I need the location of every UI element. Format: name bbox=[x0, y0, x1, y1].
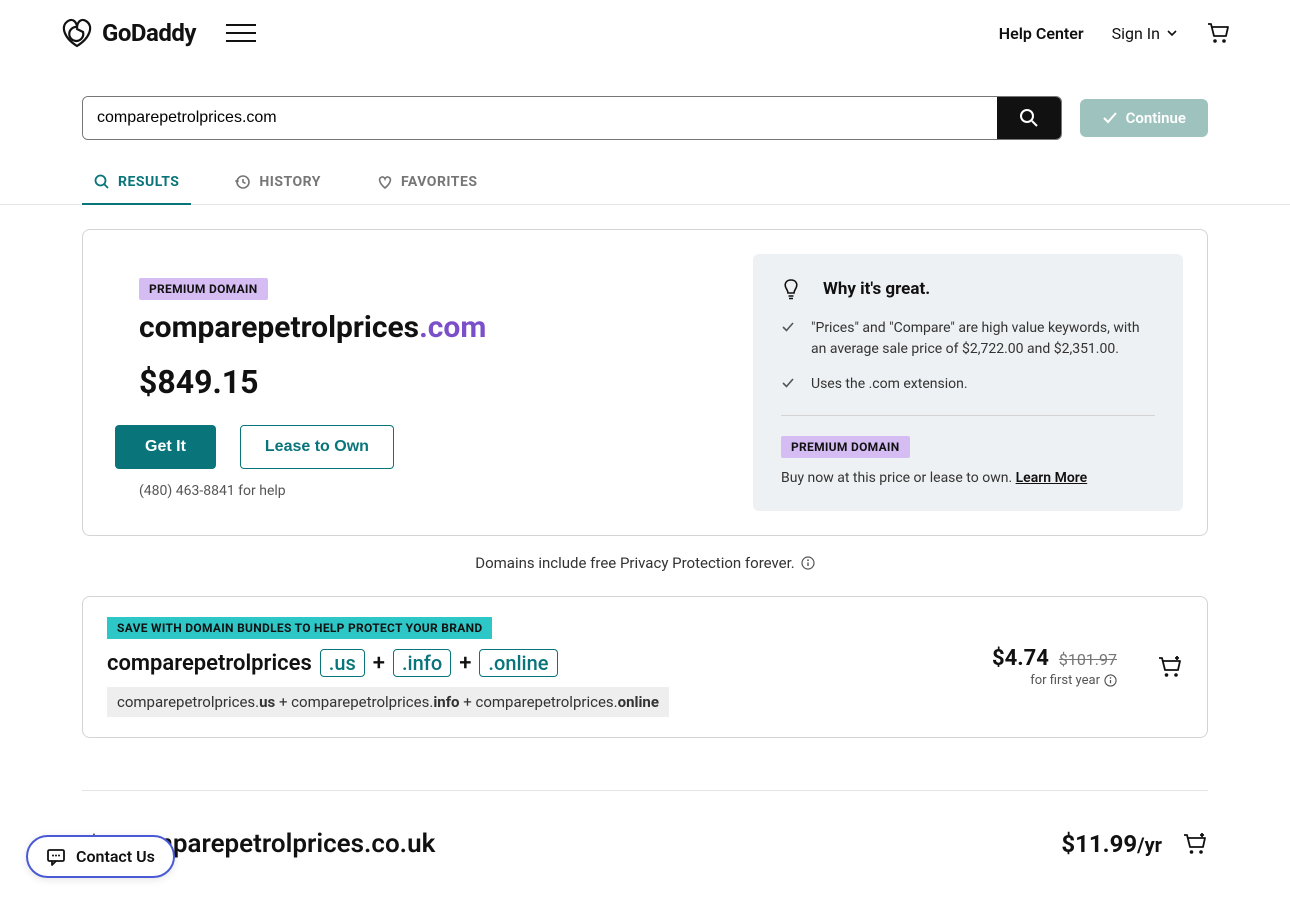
godaddy-logo[interactable]: GoDaddy bbox=[60, 18, 196, 48]
help-center-link[interactable]: Help Center bbox=[999, 24, 1084, 43]
lease-to-own-button[interactable]: Lease to Own bbox=[240, 425, 394, 469]
search-button[interactable] bbox=[997, 97, 1061, 139]
search-box bbox=[82, 96, 1062, 140]
search-row: Continue bbox=[0, 96, 1290, 140]
tld-chip-info: .info bbox=[393, 649, 451, 677]
check-icon bbox=[781, 320, 795, 334]
godaddy-wordmark: GoDaddy bbox=[102, 19, 196, 47]
phone-help-text: (480) 463-8841 for help bbox=[139, 483, 701, 499]
domain-search-input[interactable] bbox=[83, 97, 997, 139]
cart-icon bbox=[1206, 22, 1230, 44]
cart-button[interactable] bbox=[1206, 22, 1230, 44]
godaddy-heart-icon bbox=[60, 18, 94, 48]
continue-button[interactable]: Continue bbox=[1080, 99, 1208, 137]
bundle-subtitle: comparepetrolprices.us + comparepetrolpr… bbox=[107, 687, 669, 717]
tld-chip-us: .us bbox=[320, 649, 365, 677]
tld-chip-online: .online bbox=[479, 649, 557, 677]
why-footer: Buy now at this price or lease to own. L… bbox=[781, 470, 1155, 486]
chat-icon bbox=[46, 848, 66, 866]
bundle-card: SAVE WITH DOMAIN BUNDLES TO HELP PROTECT… bbox=[82, 596, 1208, 738]
bundle-domain-row: comparepetrolprices .us + .info + .onlin… bbox=[107, 649, 972, 677]
learn-more-link[interactable]: Learn More bbox=[1016, 470, 1088, 486]
search-icon bbox=[1019, 108, 1039, 128]
check-icon bbox=[1102, 110, 1118, 126]
why-reason-2: Uses the .com extension. bbox=[781, 374, 1155, 395]
tabs: RESULTS HISTORY FAVORITES bbox=[0, 152, 1290, 205]
premium-domain-card: PREMIUM DOMAIN comparepetrolprices.com $… bbox=[82, 229, 1208, 536]
heart-icon bbox=[377, 174, 393, 190]
check-icon bbox=[781, 376, 795, 390]
chevron-down-icon bbox=[1166, 27, 1178, 39]
tab-favorites[interactable]: FAVORITES bbox=[365, 164, 490, 204]
privacy-note: Domains include free Privacy Protection … bbox=[0, 554, 1290, 572]
bundle-price: $4.74 $101.97 for first year bbox=[992, 646, 1117, 688]
result-price: $11.99/yr bbox=[1061, 830, 1162, 858]
premium-badge: PREMIUM DOMAIN bbox=[781, 436, 910, 458]
sign-in-dropdown[interactable]: Sign In bbox=[1112, 24, 1178, 43]
tab-history[interactable]: HISTORY bbox=[223, 164, 333, 204]
history-icon bbox=[235, 174, 251, 190]
tab-results[interactable]: RESULTS bbox=[82, 164, 191, 204]
cart-add-icon bbox=[1182, 832, 1208, 856]
domain-price: $849.15 bbox=[139, 363, 701, 401]
header: GoDaddy Help Center Sign In bbox=[0, 0, 1290, 66]
sign-in-label: Sign In bbox=[1112, 24, 1160, 43]
info-icon[interactable] bbox=[801, 556, 815, 570]
why-reason-1: "Prices" and "Compare" are high value ke… bbox=[781, 318, 1155, 360]
add-to-cart-button[interactable] bbox=[1182, 832, 1208, 856]
contact-us-button[interactable]: Contact Us bbox=[26, 835, 175, 878]
info-icon[interactable] bbox=[1104, 674, 1117, 687]
menu-button[interactable] bbox=[226, 18, 256, 48]
cart-add-icon bbox=[1157, 655, 1183, 679]
get-it-button[interactable]: Get It bbox=[115, 425, 216, 469]
why-great-title: Why it's great. bbox=[823, 279, 930, 299]
search-icon bbox=[94, 174, 110, 190]
divider bbox=[781, 415, 1155, 416]
bundle-badge: SAVE WITH DOMAIN BUNDLES TO HELP PROTECT… bbox=[107, 617, 492, 639]
domain-result-row: comparepetrolprices.co.uk $11.99/yr bbox=[82, 811, 1208, 887]
add-to-cart-button[interactable] bbox=[1157, 655, 1183, 679]
why-great-panel: Why it's great. "Prices" and "Compare" a… bbox=[753, 254, 1183, 511]
domain-name: comparepetrolprices.com bbox=[139, 310, 701, 345]
lightbulb-icon bbox=[781, 278, 801, 300]
premium-badge: PREMIUM DOMAIN bbox=[139, 278, 268, 300]
divider bbox=[82, 790, 1208, 791]
